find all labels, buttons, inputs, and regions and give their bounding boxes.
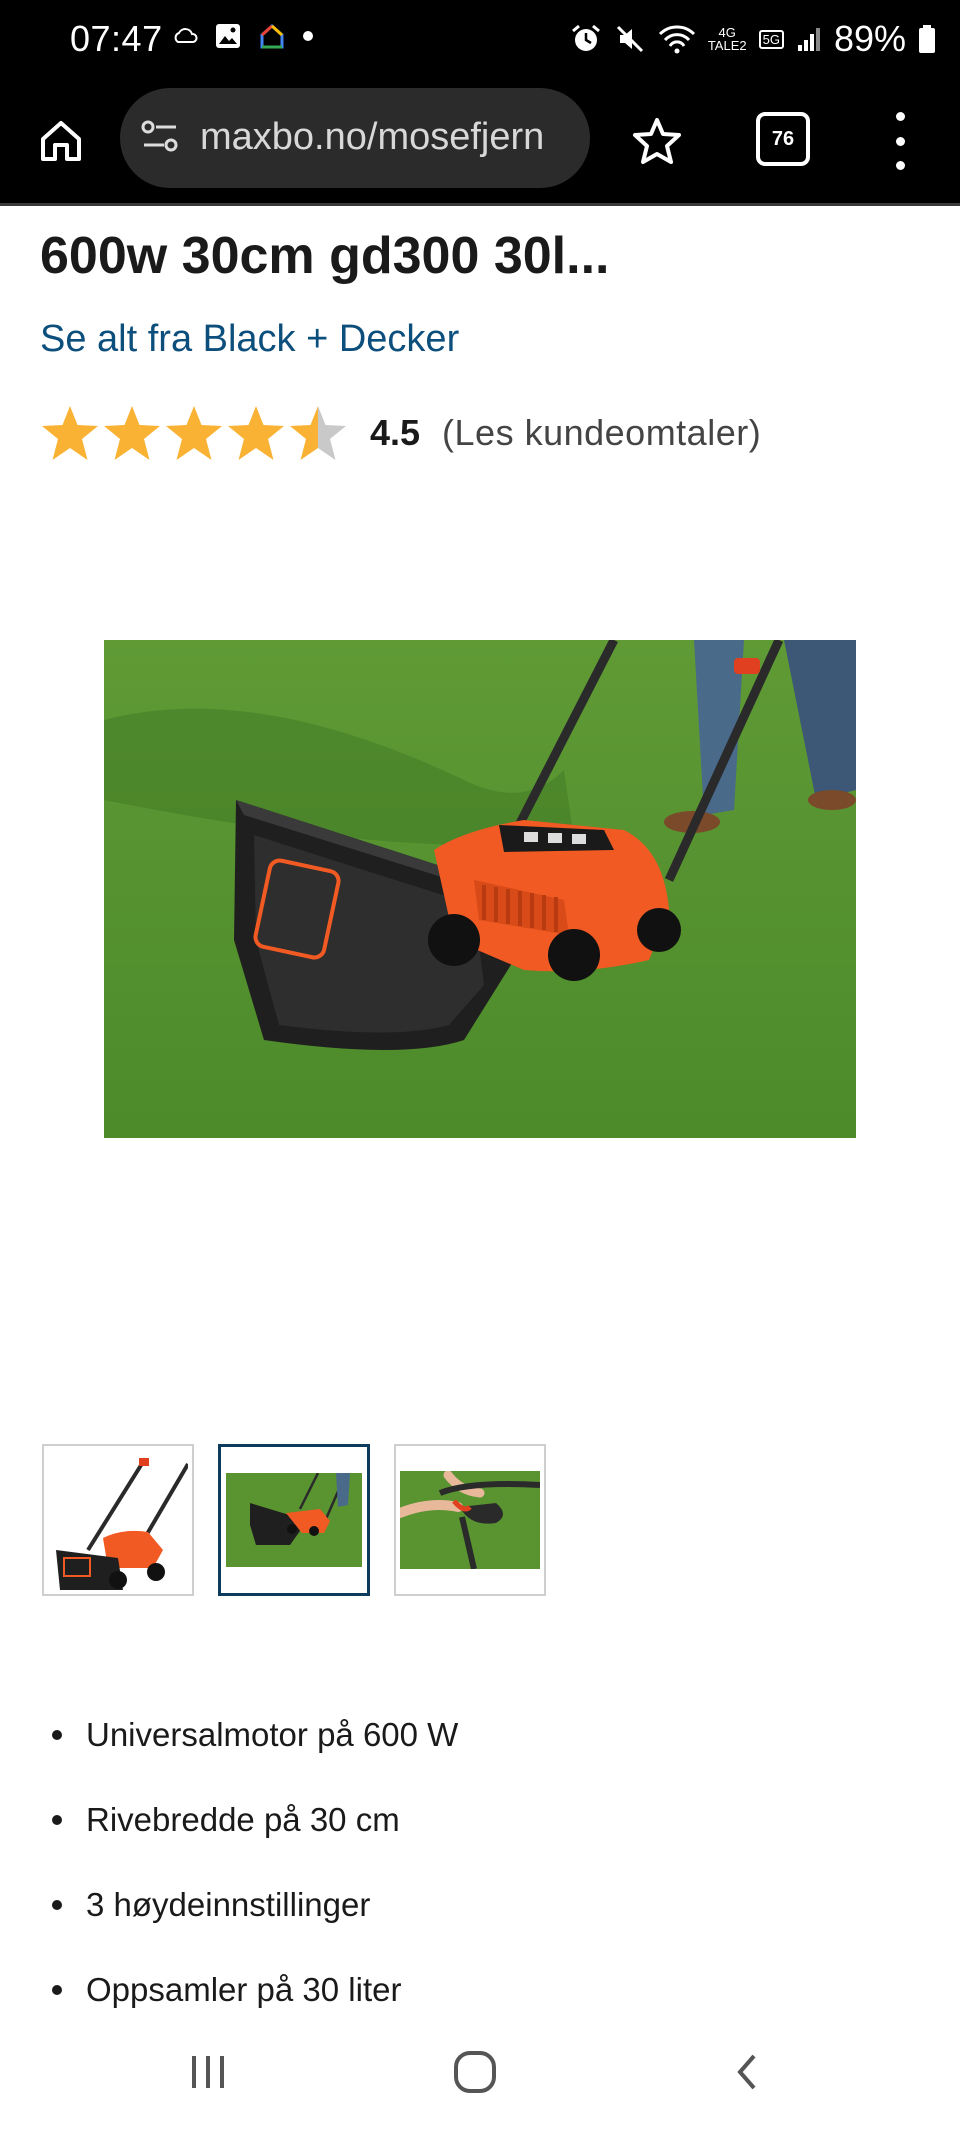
url-text: maxbo.no/mosefjern [200,116,545,158]
bullet-icon [52,1900,62,1910]
feature-text: Rivebredde på 30 cm [86,1801,400,1838]
product-photo [104,640,856,1138]
rating-value: 4.5 [370,412,421,453]
home-circle-icon [454,2051,496,2093]
network-5g-label: 5G [762,31,780,47]
star-icon [633,118,681,164]
more-icon-dot [895,161,905,170]
bullet-icon [52,1730,62,1740]
feature-text: 3 høydeinnstillinger [86,1886,371,1923]
browser-toolbar: maxbo.no/mosefjern 76 [0,82,960,206]
dot-icon [303,31,313,41]
cloud-icon [174,28,198,43]
feature-text: Universalmotor på 600 W [86,1716,459,1753]
feature-item: Rivebredde på 30 cm [40,1801,458,1886]
product-rating: 4.5 (Les kundeomtaler) [40,400,761,466]
tab-count: 76 [771,127,795,150]
system-icons: 4G TALE2 5G 89% [570,18,936,60]
product-title: 600w 30cm gd300 30l... [40,227,610,285]
gallery-icon [216,24,240,48]
rating-stars [40,404,348,462]
more-icon-dot [895,112,905,121]
thumbnail-image [226,1473,362,1567]
star-full-icon [104,406,160,460]
thumbnail-image [400,1471,540,1569]
alarm-icon [571,24,600,51]
more-icon-dot [895,136,905,146]
star-full-icon [228,406,284,460]
network-sub-label: TALE2 [707,38,747,53]
mute-icon [616,25,643,53]
back-arrow-icon [737,2054,756,2090]
home-app-icon [260,23,284,49]
brand-link[interactable]: Se alt fra Black + Decker [40,318,459,361]
bookmark-button[interactable] [626,110,688,172]
thumbnail-1[interactable] [42,1444,194,1596]
home-button[interactable] [30,110,92,172]
star-full-icon [166,406,222,460]
thumbnail-2[interactable] [218,1444,370,1596]
system-nav-bar [0,2030,960,2133]
more-menu-button[interactable] [880,108,920,174]
site-settings-icon[interactable] [140,118,180,154]
tabs-button[interactable]: 76 [756,112,810,166]
network-5g-indicator: 5G [758,29,784,49]
recent-apps-icon [192,2056,224,2088]
battery-icon [919,25,935,53]
thumbnail-image [48,1450,188,1590]
wifi-icon [658,25,695,54]
status-bar: 07:47 4G TALE2 5G 89% [0,0,960,82]
main-product-image[interactable] [104,640,856,1138]
image-thumbnails [42,1444,546,1596]
feature-item: 3 høydeinnstillinger [40,1886,458,1971]
recent-apps-button[interactable] [188,2052,228,2097]
back-button[interactable] [732,2052,762,2097]
network-4g-indicator: 4G TALE2 [708,26,747,52]
status-time: 07:47 [70,18,163,59]
feature-item: Universalmotor på 600 W [40,1716,458,1801]
home-icon [41,121,81,161]
bullet-icon [52,1815,62,1825]
star-full-icon [42,406,98,460]
battery-percent: 89% [833,18,906,59]
star-half-icon [290,406,346,460]
address-bar[interactable]: maxbo.no/mosefjern [120,88,590,188]
bullet-icon [52,1985,62,1995]
thumbnail-3[interactable] [394,1444,546,1596]
notification-icons [172,22,314,50]
read-reviews-link[interactable]: (Les kundeomtaler) [442,412,761,454]
signal-icon [797,28,820,51]
system-home-button[interactable] [452,2050,498,2099]
feature-text: Oppsamler på 30 liter [86,1971,402,2008]
feature-list: Universalmotor på 600 W Rivebredde på 30… [40,1716,458,2056]
